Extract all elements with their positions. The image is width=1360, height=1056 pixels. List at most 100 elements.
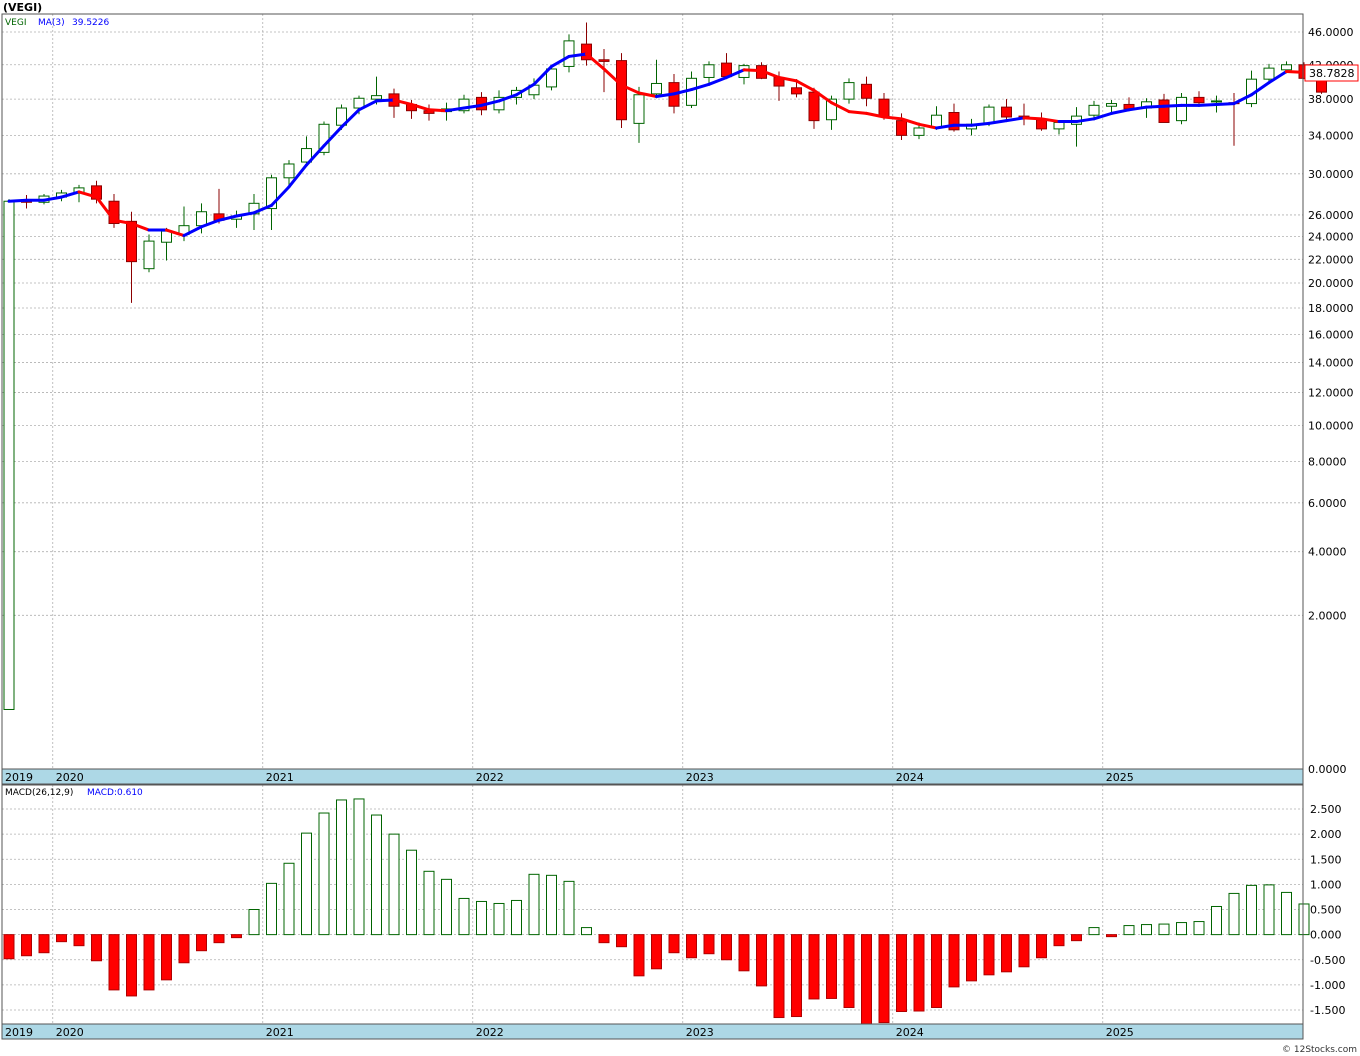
- macd-legend-label: MACD(26,12,9): [5, 788, 73, 798]
- candle: [616, 53, 627, 128]
- macd-bar: [73, 934, 85, 947]
- ma-segment: [847, 110, 868, 115]
- macd-bar: [56, 934, 67, 943]
- macd-y-tick-label: 2.000: [1310, 828, 1342, 841]
- macd-bar: [773, 934, 785, 1019]
- macd-bar: [983, 934, 995, 976]
- macd-bar: [1246, 884, 1257, 936]
- macd-bar: [808, 934, 820, 1000]
- price-y-tick-label: 2.0000: [1308, 609, 1347, 622]
- macd-y-tick-label: 1.000: [1310, 878, 1342, 891]
- macd-bar: [301, 832, 312, 936]
- macd-bar: [91, 934, 102, 962]
- price-y-tick-label: 18.0000: [1308, 302, 1354, 315]
- macd-bar: [616, 934, 627, 948]
- macd-bar: [703, 934, 715, 955]
- price-y-tick-label: 10.0000: [1308, 419, 1354, 432]
- macd-bar: [1123, 925, 1135, 936]
- macd-bar: [581, 927, 592, 936]
- macd-bar: [1263, 884, 1275, 936]
- macd-bar: [423, 870, 435, 936]
- ma-segment: [970, 121, 991, 127]
- macd-y-tick-label: -1.000: [1310, 979, 1345, 992]
- macd-bar: [213, 934, 225, 944]
- price-y-tick-label: 24.0000: [1308, 231, 1354, 244]
- macd-bar: [248, 909, 260, 936]
- price-x-tick-label: 2019: [5, 771, 33, 784]
- price-y-tick-label: 0.0000: [1308, 763, 1347, 776]
- macd-bar: [861, 934, 872, 1025]
- macd-bar: [668, 934, 680, 954]
- macd-legend-value: MACD:0.610: [87, 788, 143, 798]
- watermark: © 12Stocks.com: [1282, 1045, 1357, 1055]
- macd-y-tick-label: 0.500: [1310, 904, 1342, 917]
- last-price-label: 38.7828: [1309, 67, 1355, 80]
- macd-x-tick-label: 2022: [476, 1026, 504, 1039]
- macd-bar: [791, 934, 802, 1018]
- ma-segment: [1022, 116, 1043, 121]
- macd-bar: [21, 934, 32, 957]
- macd-x-tick-label: 2020: [56, 1026, 84, 1039]
- price-y-tick-label: 20.0000: [1308, 277, 1354, 290]
- ma-segment: [742, 68, 763, 73]
- macd-bar: [843, 934, 855, 1008]
- legend-symbol: VEGI: [5, 18, 26, 28]
- price-y-tick-label: 14.0000: [1308, 356, 1354, 369]
- macd-y-tick-label: 2.500: [1310, 803, 1342, 816]
- ma-segment: [1215, 102, 1236, 106]
- price-x-tick-label: 2025: [1106, 771, 1134, 784]
- macd-bar: [196, 934, 207, 952]
- macd-bar: [1071, 934, 1082, 942]
- price-y-tick-label: 38.0000: [1308, 93, 1354, 106]
- candle: [1176, 93, 1187, 125]
- macd-bar: [1193, 921, 1205, 936]
- price-y-tick-label: 34.0000: [1308, 129, 1354, 142]
- macd-bar: [1158, 923, 1170, 936]
- price-y-tick-label: 6.0000: [1308, 497, 1347, 510]
- macd-bar: [38, 934, 50, 954]
- macd-y-tick-label: -0.500: [1310, 954, 1345, 967]
- macd-bar: [143, 934, 155, 991]
- macd-bar: [1228, 892, 1240, 936]
- macd-bar: [476, 900, 487, 936]
- macd-bar: [1298, 903, 1310, 936]
- macd-bar: [633, 934, 645, 977]
- macd-bar: [1001, 934, 1012, 973]
- ma-segment: [427, 108, 448, 113]
- price-y-tick-label: 26.0000: [1308, 209, 1354, 222]
- macd-bar: [563, 880, 575, 936]
- ma-segment: [375, 98, 396, 103]
- macd-bar: [1036, 934, 1047, 959]
- ma-segment: [882, 115, 903, 121]
- price-x-tick-label: 2021: [266, 771, 294, 784]
- macd-bar: [1211, 905, 1222, 936]
- macd-bar: [458, 897, 470, 936]
- macd-bar: [126, 934, 137, 997]
- macd-bar: [388, 833, 400, 936]
- macd-bar: [441, 878, 452, 936]
- macd-bar: [266, 882, 277, 936]
- price-y-tick-label: 30.0000: [1308, 168, 1354, 181]
- macd-bar: [913, 934, 925, 1012]
- price-x-tick-label: 2023: [686, 771, 714, 784]
- macd-x-tick-label: 2023: [686, 1026, 714, 1039]
- macd-bar: [598, 934, 610, 944]
- macd-x-tick-label: 2025: [1106, 1026, 1134, 1039]
- price-x-tick-label: 2024: [896, 771, 924, 784]
- price-y-tick-label: 12.0000: [1308, 387, 1354, 400]
- price-y-tick-label: 46.0000: [1308, 26, 1354, 39]
- macd-x-tick-label: 2021: [266, 1026, 294, 1039]
- macd-bar: [721, 934, 732, 961]
- ma-segment: [1285, 70, 1306, 74]
- chart-title: (VEGI): [3, 1, 42, 14]
- macd-bar: [353, 798, 365, 936]
- macd-y-tick-label: -1.500: [1310, 1004, 1345, 1017]
- macd-bar: [546, 874, 557, 936]
- macd-x-tick-label: 2019: [5, 1026, 33, 1039]
- macd-bar: [493, 902, 505, 936]
- price-x-tick-label: 2020: [56, 771, 84, 784]
- legend-ma-label: MA(3): [38, 18, 65, 28]
- macd-bar: [1053, 934, 1065, 947]
- macd-bar: [686, 934, 697, 959]
- macd-bar: [878, 934, 890, 1024]
